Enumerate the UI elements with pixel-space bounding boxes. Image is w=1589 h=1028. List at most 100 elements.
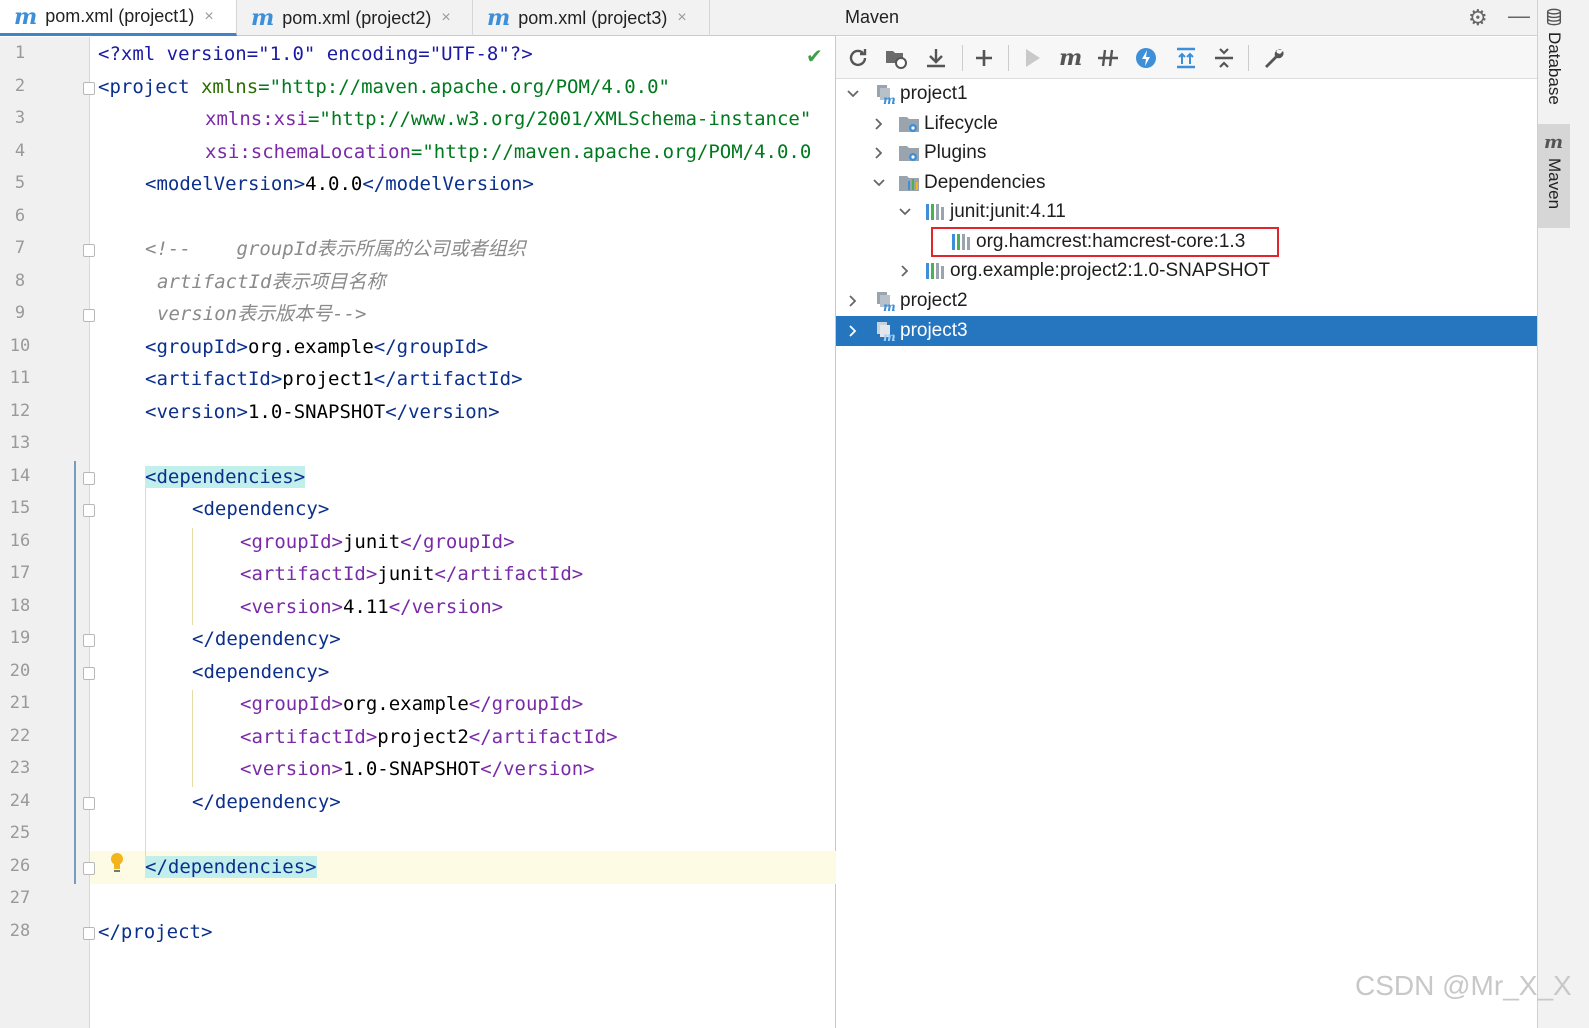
code-line-22: <artifactId>project2</artifactId> [240,721,618,753]
reload-icon[interactable] [846,46,870,70]
code-line-18: <version>4.11</version> [240,591,503,623]
fold-marker[interactable] [83,309,95,322]
chevron-down-icon[interactable] [898,205,912,219]
fold-marker[interactable] [83,472,95,485]
tool-tab-label: Database [1545,32,1564,105]
tag: </project> [98,921,213,943]
tag: <artifactId> [240,563,378,585]
toggle-offline-icon[interactable] [1096,46,1120,70]
fold-marker[interactable] [83,504,95,517]
fold-marker[interactable] [83,634,95,647]
tag-text: project1 [282,368,374,390]
tree-item-junit[interactable]: junit:junit:4.11 [898,197,1066,227]
attribute-value: ="http://maven.apache.org/POM/4.0.0" [258,76,670,98]
watermark: CSDN @Mr_X_X [1355,970,1572,1001]
settings-wrench-icon[interactable] [1262,46,1286,70]
code-line-1: <?xml version="1.0" encoding="UTF-8"?> [98,38,533,70]
execute-goal-icon[interactable]: m [1058,46,1082,70]
code-line-15: <dependency> [192,493,329,525]
chevron-right-icon[interactable] [898,264,912,278]
fold-marker[interactable] [83,667,95,680]
chevron-right-icon[interactable] [872,117,886,131]
tree-item-dependencies[interactable]: Dependencies [872,168,1045,198]
tree-item-lifecycle[interactable]: Lifecycle [872,109,998,139]
fold-marker[interactable] [83,82,95,95]
line-number: 15 [9,498,31,518]
download-icon[interactable] [924,46,948,70]
gear-icon[interactable]: ⚙ [1468,5,1488,31]
library-icon [926,204,944,220]
line-number: 17 [9,563,31,583]
fold-marker[interactable] [83,244,95,257]
fold-marker[interactable] [83,797,95,810]
tag: </artifactId> [468,726,618,748]
show-dependencies-icon[interactable] [1174,46,1198,70]
maven-header: Maven ⚙ — [836,0,1537,36]
tree-label: project3 [900,320,968,341]
reimport-folder-icon[interactable] [884,46,908,70]
tool-tab-database[interactable]: Database [1538,8,1570,105]
line-number: 5 [14,173,26,193]
tag: </groupId> [373,336,489,358]
vcs-change-marker [74,461,76,884]
chevron-right-icon[interactable] [846,324,860,338]
tab-label: pom.xml (project2) [282,7,432,28]
fold-marker[interactable] [83,927,95,940]
code-area[interactable]: <?xml version="1.0" encoding="UTF-8"?> <… [98,37,834,1028]
line-number-gutter: 1 2 3 4 5 6 7 8 9 10 11 12 13 14 15 16 1… [0,37,90,1028]
tag: <artifactId> [240,726,378,748]
add-icon[interactable] [972,46,996,70]
tree-item-project1[interactable]: m project1 [846,79,968,109]
tab-pom-project1[interactable]: m pom.xml (project1) × [0,0,237,36]
tab-pom-project2[interactable]: m pom.xml (project2) × [237,0,473,36]
tag-text: project2 [377,726,469,748]
tree-item-project3[interactable]: m project3 [846,316,968,346]
tag: <version> [145,401,248,423]
tree-item-plugins[interactable]: Plugins [872,138,986,168]
tree-item-project2-dependency[interactable]: org.example:project2:1.0-SNAPSHOT [898,256,1270,286]
tree-item-project2[interactable]: m project2 [846,286,968,316]
svg-text:m: m [883,330,896,342]
fold-marker[interactable] [83,862,95,875]
maven-toolbar: m [836,37,1537,79]
chevron-down-icon[interactable] [846,87,860,101]
line-number: 2 [14,76,26,96]
line-number: 26 [9,856,31,876]
tree-label: Plugins [924,142,987,163]
tag-text: junit [342,531,401,553]
maven-file-icon: m [14,3,38,30]
code-line-5: <modelVersion>4.0.0</modelVersion> [145,168,534,200]
editor-tab-bar: m pom.xml (project1) × m pom.xml (projec… [0,0,836,36]
close-icon[interactable]: × [677,9,686,27]
code-line-20: <dependency> [192,656,329,688]
tab-pom-project3[interactable]: m pom.xml (project3) × [473,0,710,36]
line-number: 21 [9,693,31,713]
database-icon [1546,8,1562,26]
code-line-2: <project xmlns="http://maven.apache.org/… [98,71,670,103]
code-line-21: <groupId>org.example</groupId> [240,688,583,720]
tag: </groupId> [468,693,584,715]
collapse-all-icon[interactable] [1212,46,1236,70]
tag-matched: </dependencies> [145,856,317,878]
tag: <modelVersion> [145,173,306,195]
chevron-right-icon[interactable] [872,146,886,160]
code-line-26: </dependencies> [145,851,317,883]
line-number: 9 [14,303,26,323]
tool-tab-maven[interactable]: m Maven [1538,124,1570,228]
close-icon[interactable]: × [441,9,450,27]
folder-gear-icon [899,146,919,161]
tag-text: junit [377,563,435,585]
highlight-annotation-box [931,227,1279,257]
line-number: 27 [9,888,31,908]
line-number: 3 [14,108,26,128]
chevron-right-icon[interactable] [846,294,860,308]
code-line-4: xsi:schemaLocation="http://maven.apache.… [205,136,811,168]
tool-tab-label: Maven [1545,158,1564,210]
right-tool-strip: Database m Maven [1537,0,1589,1028]
minimize-icon[interactable]: — [1508,3,1530,29]
chevron-down-icon[interactable] [872,176,886,190]
close-icon[interactable]: × [204,8,213,26]
run-icon[interactable] [1020,46,1044,70]
tree-label: org.example:project2:1.0-SNAPSHOT [950,260,1270,281]
skip-tests-icon[interactable] [1134,46,1158,70]
